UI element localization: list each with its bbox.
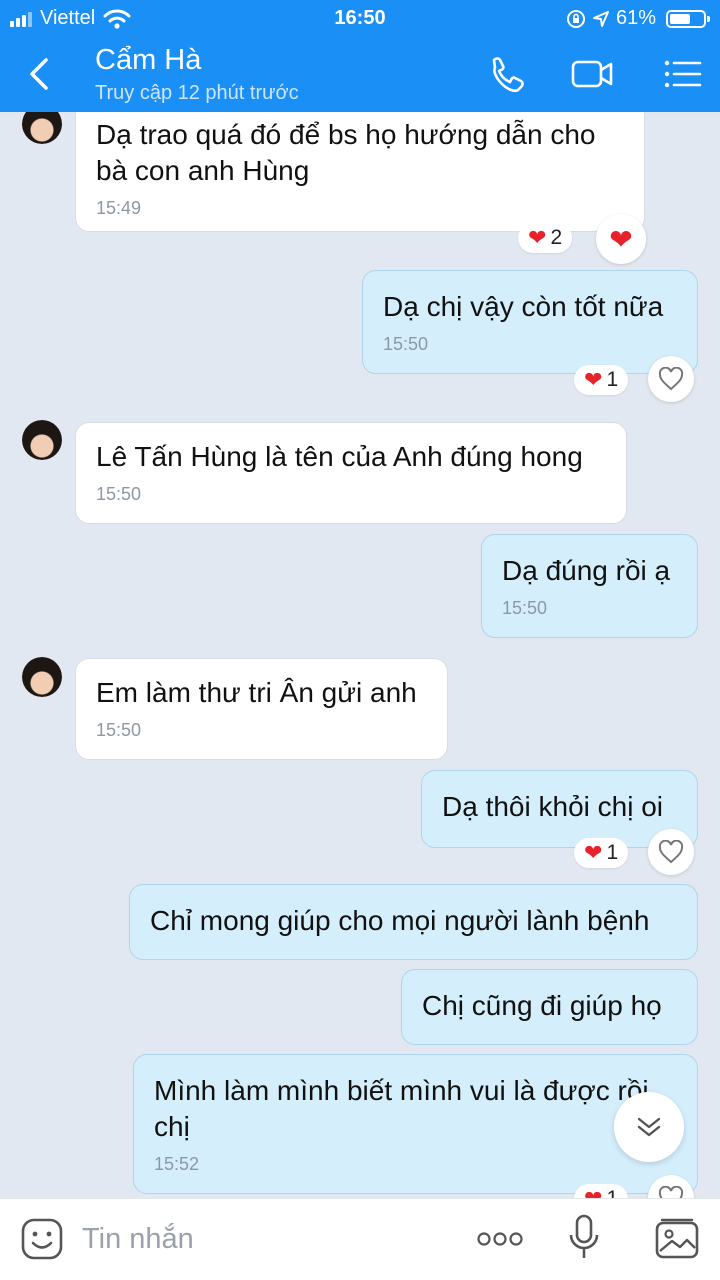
- menu-icon[interactable]: [662, 54, 706, 94]
- image-gallery-icon[interactable]: [654, 1217, 700, 1261]
- reaction-button[interactable]: [648, 829, 694, 875]
- reaction-heart-button[interactable]: ❤: [596, 214, 646, 264]
- message-text: Chỉ mong giúp cho mọi người lành bệnh: [150, 905, 650, 936]
- reaction-count: 2: [550, 226, 563, 249]
- more-options-icon[interactable]: [476, 1229, 524, 1249]
- message-text: Chị cũng đi giúp họ: [422, 990, 662, 1021]
- message-time: 15:50: [96, 484, 142, 504]
- message-text: Em làm thư tri Ân gửi anh: [96, 677, 417, 708]
- double-chevron-down-icon: [637, 1117, 661, 1137]
- reaction-summary[interactable]: ❤ 2: [518, 223, 573, 253]
- message-time: 15:52: [154, 1154, 200, 1174]
- microphone-icon[interactable]: [566, 1213, 602, 1263]
- message-outgoing[interactable]: Chỉ mong giúp cho mọi người lành bệnh: [129, 884, 698, 960]
- message-list[interactable]: Dạ trao quá đó để bs họ hướng dẫn cho bà…: [0, 112, 720, 1198]
- message-outgoing[interactable]: Dạ chị vậy còn tốt nữa 15:50: [362, 270, 698, 374]
- heart-icon: ❤: [584, 1186, 602, 1198]
- message-time: 15:50: [502, 598, 548, 618]
- message-outgoing[interactable]: Chị cũng đi giúp họ: [401, 969, 698, 1045]
- message-input[interactable]: [82, 1217, 442, 1261]
- status-right: 61%: [566, 7, 710, 30]
- scroll-to-bottom-button[interactable]: [614, 1092, 684, 1162]
- message-incoming[interactable]: Lê Tấn Hùng là tên của Anh đúng hong 15:…: [75, 422, 627, 524]
- phone-call-icon[interactable]: [486, 54, 530, 94]
- heart-outline-icon: [658, 1186, 684, 1198]
- battery-icon: [666, 9, 710, 28]
- heart-icon: ❤: [609, 223, 633, 255]
- message-incoming[interactable]: Em làm thư tri Ân gửi anh 15:50: [75, 658, 448, 760]
- message-time: 15:49: [96, 198, 142, 218]
- reaction-summary[interactable]: ❤ 1: [574, 838, 629, 868]
- message-text: Mình làm mình biết mình vui là được rồi …: [154, 1075, 649, 1142]
- heart-icon: ❤: [584, 367, 603, 392]
- location-icon: [592, 10, 609, 27]
- reaction-count: 1: [606, 368, 619, 391]
- message-text: Dạ đúng rồi ạ: [502, 555, 671, 586]
- message-incoming[interactable]: Dạ trao quá đó để bs họ hướng dẫn cho bà…: [75, 112, 645, 232]
- status-bar: Viettel 16:50 61%: [0, 0, 720, 36]
- heart-outline-icon: [658, 367, 684, 391]
- reaction-button[interactable]: [648, 356, 694, 402]
- message-time: 15:50: [383, 334, 429, 354]
- video-call-icon[interactable]: [570, 54, 614, 94]
- message-text: Dạ chị vậy còn tốt nữa: [383, 291, 664, 322]
- avatar[interactable]: [22, 657, 62, 697]
- reaction-count: 1: [606, 841, 619, 864]
- message-outgoing[interactable]: Dạ đúng rồi ạ 15:50: [481, 534, 698, 638]
- last-seen: Truy cập 12 phút trước: [95, 82, 299, 104]
- reaction-count: 1: [606, 1187, 618, 1198]
- avatar[interactable]: [22, 420, 62, 460]
- heart-icon: ❤: [528, 225, 547, 250]
- reaction-summary[interactable]: ❤ 1: [574, 1184, 629, 1198]
- avatar[interactable]: [22, 112, 62, 144]
- message-text: Lê Tấn Hùng là tên của Anh đúng hong: [96, 441, 583, 472]
- chat-header: Viettel 16:50 61% Cẩm Hà Truy cập 12 phú…: [0, 0, 720, 112]
- sticker-icon[interactable]: [20, 1217, 64, 1261]
- contact-name[interactable]: Cẩm Hà: [95, 44, 201, 77]
- heart-icon: ❤: [584, 840, 603, 865]
- reaction-summary[interactable]: ❤ 1: [574, 365, 629, 395]
- message-text: Dạ trao quá đó để bs họ hướng dẫn cho bà…: [96, 119, 596, 186]
- battery-percent: 61%: [615, 7, 656, 29]
- message-time: 15:50: [96, 720, 142, 740]
- composer-bar: [0, 1198, 720, 1280]
- rotation-lock-icon: [566, 9, 585, 28]
- heart-outline-icon: [658, 840, 684, 864]
- back-button[interactable]: [22, 52, 58, 96]
- message-text: Dạ thôi khỏi chị oi: [442, 791, 664, 822]
